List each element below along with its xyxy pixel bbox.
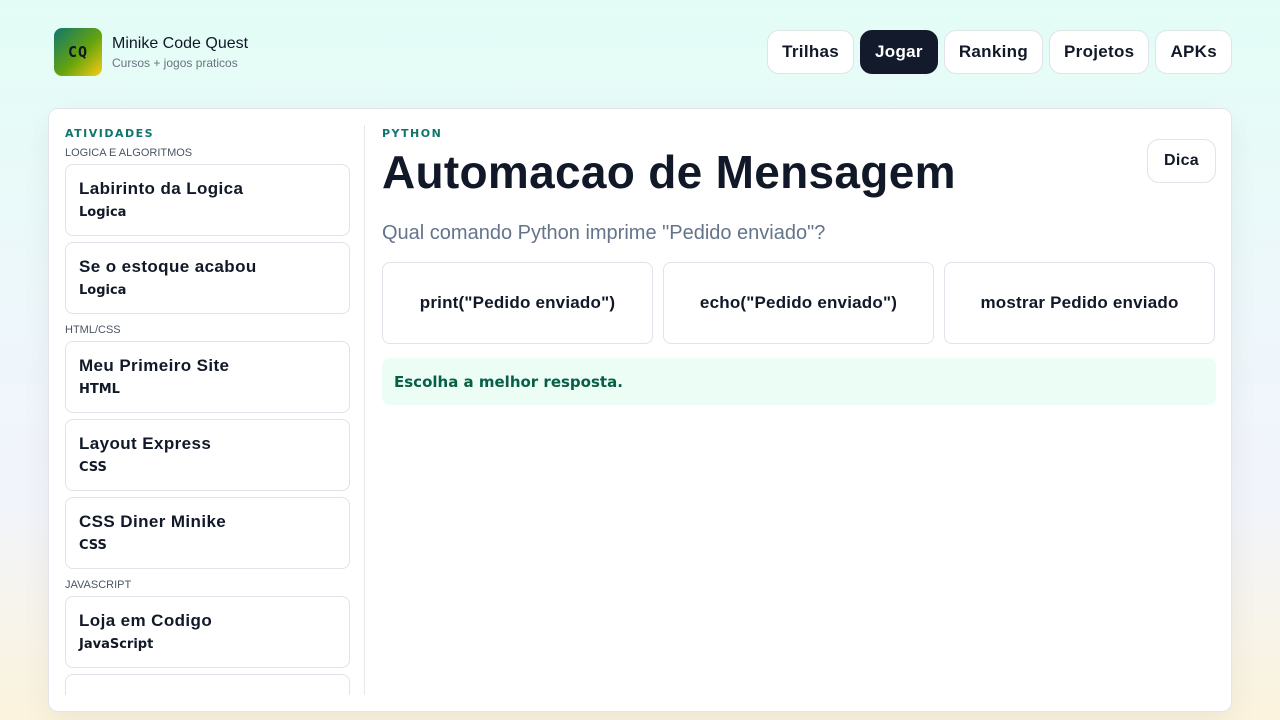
brand-name: Minike Code Quest	[112, 35, 249, 52]
activities-sidebar[interactable]: ATIVIDADES LOGICA E ALGORITMOS Labirinto…	[65, 125, 351, 695]
activity-title: Se o estoque acabou	[79, 257, 257, 276]
activity-tag: Logica	[79, 283, 127, 298]
sidebar-divider	[364, 125, 365, 695]
activity-card[interactable]: CSS Diner Minike CSS	[65, 497, 350, 569]
nav-trilhas-button[interactable]: Trilhas	[767, 30, 855, 74]
feedback-message: Escolha a melhor resposta.	[382, 358, 1216, 405]
activity-card[interactable]: Meu Primeiro Site HTML	[65, 341, 350, 413]
activity-tag: JavaScript	[79, 637, 154, 652]
game-panel: ATIVIDADES LOGICA E ALGORITMOS Labirinto…	[48, 108, 1232, 712]
activity-title: Labirinto da Logica	[79, 179, 244, 198]
activity-tag: HTML	[79, 382, 120, 397]
activity-heading: Automacao de Mensagem	[382, 146, 956, 198]
sidebar-group-label: JAVASCRIPT	[65, 579, 132, 591]
answer-option-1[interactable]: print("Pedido enviado")	[382, 262, 653, 344]
activity-card[interactable]: Loja em Codigo JavaScript	[65, 596, 350, 668]
sidebar-group-label: LOGICA E ALGORITMOS	[65, 147, 193, 159]
nav-ranking-button[interactable]: Ranking	[943, 30, 1044, 74]
activity-title: CSS Diner Minike	[79, 512, 227, 531]
activity-tag: CSS	[79, 538, 107, 553]
activity-tag: CSS	[79, 460, 107, 475]
activity-card[interactable]: Se o estoque acabou Logica	[65, 242, 350, 314]
hint-button[interactable]: Dica	[1147, 139, 1216, 183]
brand-subtitle: Cursos + jogos praticos	[112, 56, 238, 70]
nav-projetos-button[interactable]: Projetos	[1049, 30, 1150, 74]
answer-option-3[interactable]: mostrar Pedido enviado	[944, 262, 1215, 344]
activity-title: Loja em Codigo	[79, 611, 213, 630]
brand-logo[interactable]: CQ	[54, 28, 102, 76]
activity-title: Layout Express	[79, 434, 212, 453]
activity-card-partial[interactable]	[65, 674, 350, 695]
top-bar: CQ Minike Code Quest Cursos + jogos prat…	[0, 0, 1280, 100]
activity-title: Meu Primeiro Site	[79, 356, 230, 375]
question-text: Qual comando Python imprime "Pedido envi…	[382, 222, 826, 244]
sidebar-title: ATIVIDADES	[65, 127, 155, 140]
answer-options: print("Pedido enviado") echo("Pedido env…	[382, 262, 1215, 344]
activity-main: PYTHON Automacao de Mensagem Dica Qual c…	[382, 125, 1216, 695]
answer-option-2[interactable]: echo("Pedido enviado")	[663, 262, 934, 344]
sidebar-group-label: HTML/CSS	[65, 324, 121, 336]
activity-tag: Logica	[79, 205, 127, 220]
activity-card[interactable]: Layout Express CSS	[65, 419, 350, 491]
activity-card[interactable]: Labirinto da Logica Logica	[65, 164, 350, 236]
language-label: PYTHON	[382, 127, 443, 140]
main-nav: Trilhas Jogar Ranking Projetos APKs	[767, 30, 1232, 74]
nav-apks-button[interactable]: APKs	[1155, 30, 1232, 74]
nav-jogar-button[interactable]: Jogar	[860, 30, 938, 74]
